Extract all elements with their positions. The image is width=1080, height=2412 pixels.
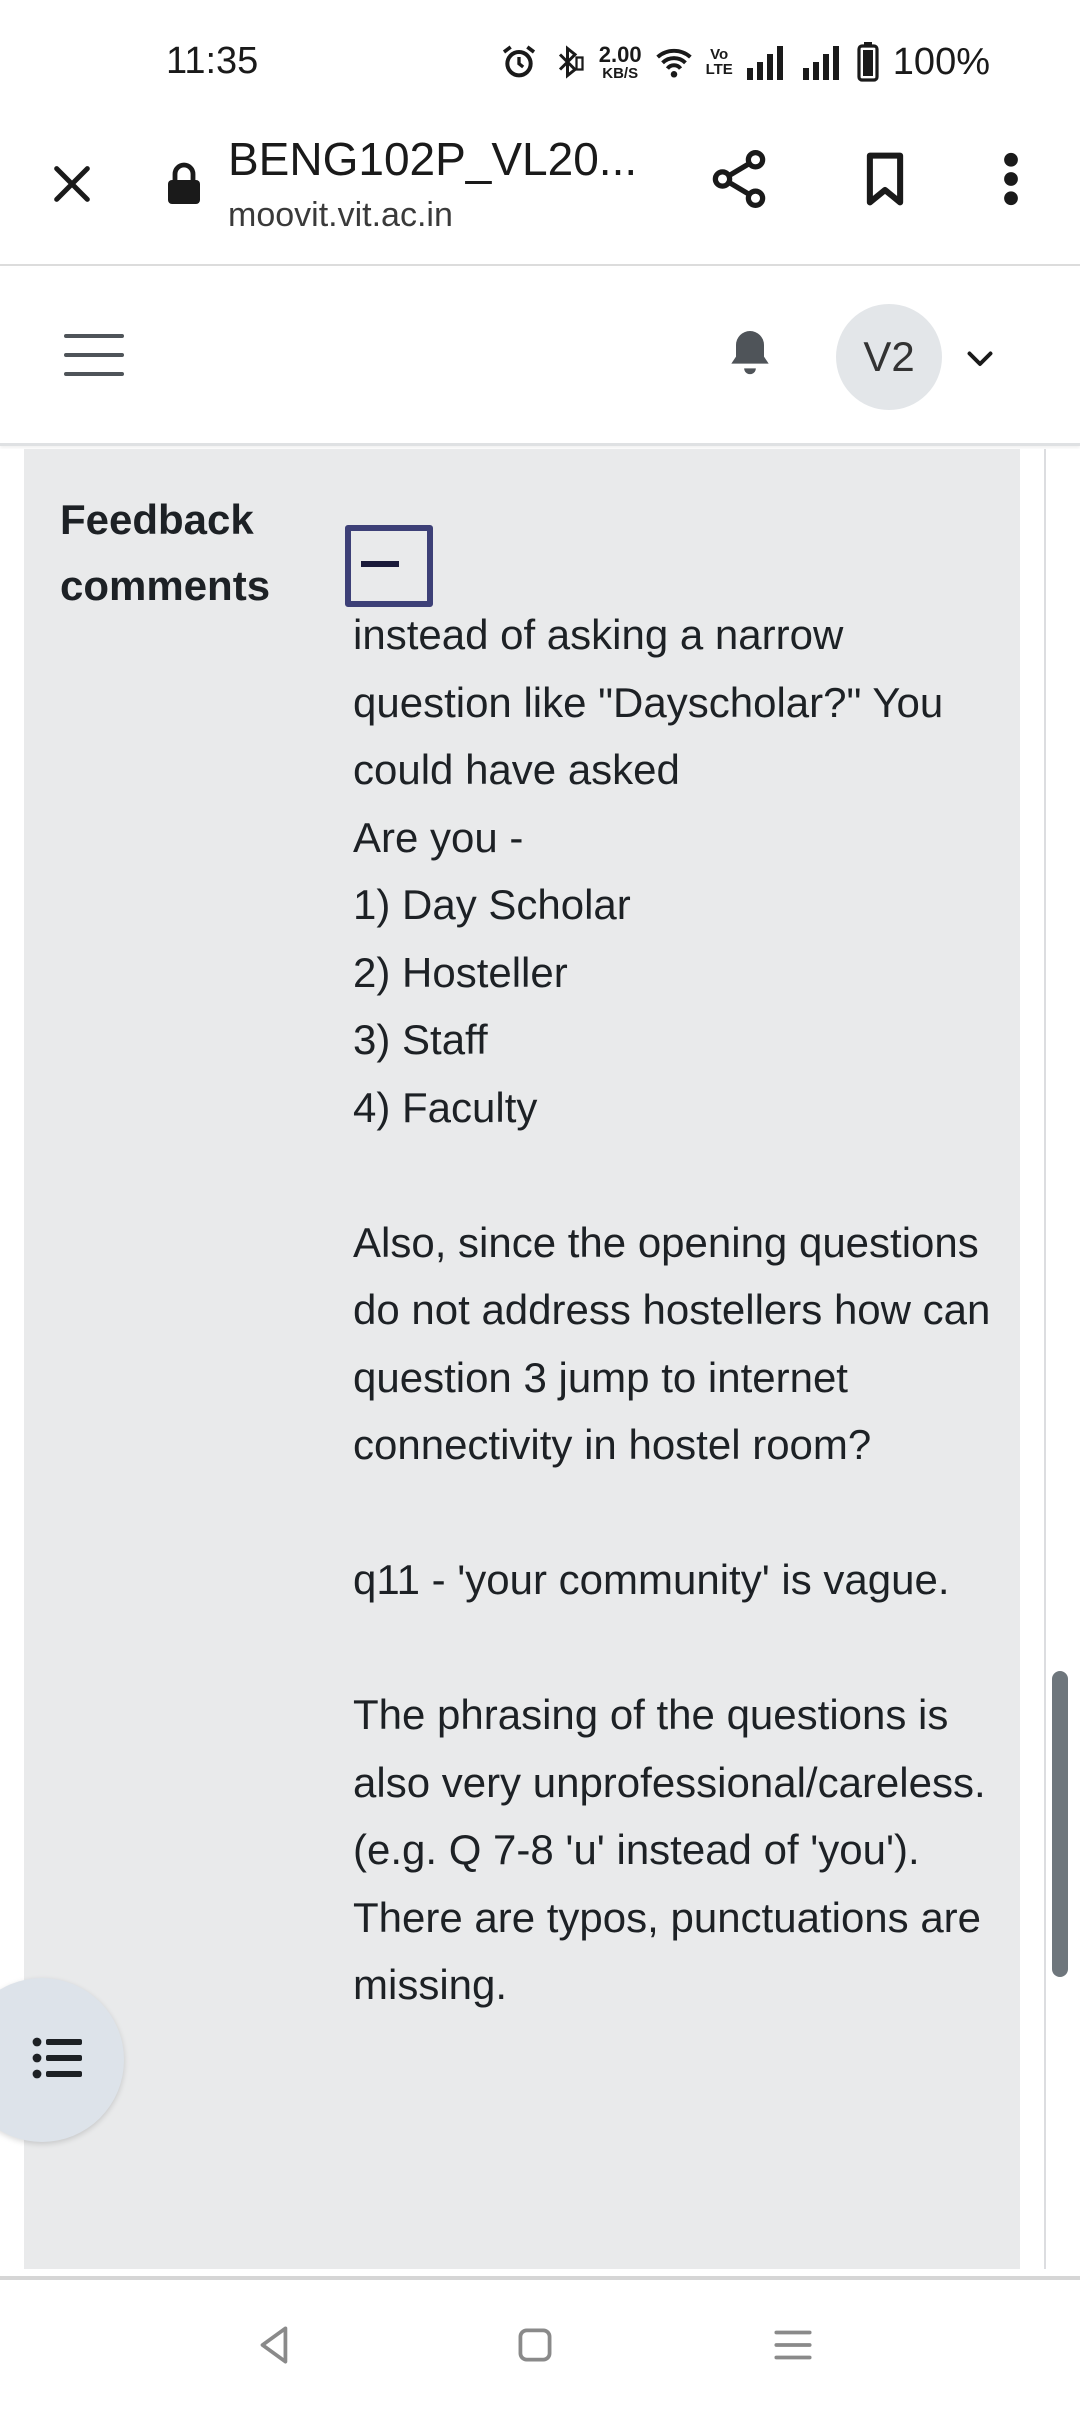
share-icon xyxy=(712,149,766,209)
lock-icon xyxy=(168,162,200,204)
feedback-line: 3) Staff xyxy=(353,1016,488,1063)
feedback-comments-text: instead of asking a narrow question like… xyxy=(353,601,993,2019)
close-tab-button[interactable] xyxy=(42,154,102,214)
wifi-icon xyxy=(654,44,694,80)
page-content: Feedback comments instead of asking a na… xyxy=(0,449,1080,2269)
battery-icon xyxy=(857,42,879,82)
browser-toolbar: BENG102P_VL20... moovit.vit.ac.in xyxy=(0,120,1080,266)
feedback-line: The phrasing of the questions is also ve… xyxy=(353,1691,986,2008)
feedback-line: instead of asking a narrow question like… xyxy=(353,611,944,793)
back-icon[interactable] xyxy=(250,2320,300,2370)
system-navigation-bar xyxy=(0,2280,1080,2412)
network-speed: 2.00 KB/S xyxy=(598,41,642,82)
feedback-line: Are you - xyxy=(353,813,524,861)
feedback-line: 4) Faculty xyxy=(353,1083,538,1131)
notifications-button[interactable] xyxy=(722,324,778,380)
share-button[interactable] xyxy=(706,146,772,212)
hamburger-menu-icon xyxy=(64,334,124,376)
scrollbar-thumb[interactable] xyxy=(1052,1671,1068,1977)
collapse-icon xyxy=(361,561,399,567)
battery-percent: 100% xyxy=(892,40,990,83)
status-bar: 11:35 2.00 KB/S Vo LTE 100% xyxy=(0,0,1080,120)
signal-icon-1 xyxy=(745,44,789,80)
site-navbar: V2 xyxy=(0,268,1080,446)
chevron-down-icon xyxy=(967,351,993,366)
content-divider xyxy=(1044,449,1046,2269)
status-icons: 2.00 KB/S Vo LTE 100% xyxy=(499,38,990,86)
feedback-comments-label: Feedback comments xyxy=(60,496,271,609)
bluetooth-icon xyxy=(551,42,587,82)
feedback-line: Also, since the opening questions do not… xyxy=(353,1218,991,1469)
bookmark-icon xyxy=(866,152,904,206)
close-icon xyxy=(54,166,90,202)
signal-icon-2 xyxy=(801,44,845,80)
feedback-line: 2) Hosteller xyxy=(353,948,568,996)
user-menu-toggle[interactable] xyxy=(962,340,998,376)
feedback-line: 1) Day Scholar xyxy=(353,881,631,928)
status-time: 11:35 xyxy=(166,40,259,82)
recents-icon[interactable] xyxy=(768,2320,818,2370)
page-title[interactable]: BENG102P_VL20... xyxy=(228,132,637,186)
bookmark-button[interactable] xyxy=(852,146,918,212)
collapse-toggle-button[interactable] xyxy=(345,525,433,607)
more-vert-icon xyxy=(1004,152,1018,206)
volte-badge: Vo LTE xyxy=(705,46,733,78)
notification-bell-icon xyxy=(731,331,769,375)
alarm-icon xyxy=(499,42,539,82)
user-avatar[interactable]: V2 xyxy=(836,304,942,410)
list-icon xyxy=(32,2037,82,2079)
home-icon[interactable] xyxy=(510,2320,560,2370)
more-options-button[interactable] xyxy=(986,146,1036,212)
feedback-line: q11 - 'your community' is vague. xyxy=(353,1556,950,1603)
main-menu-button[interactable] xyxy=(64,330,124,380)
page-url[interactable]: moovit.vit.ac.in xyxy=(228,196,453,235)
